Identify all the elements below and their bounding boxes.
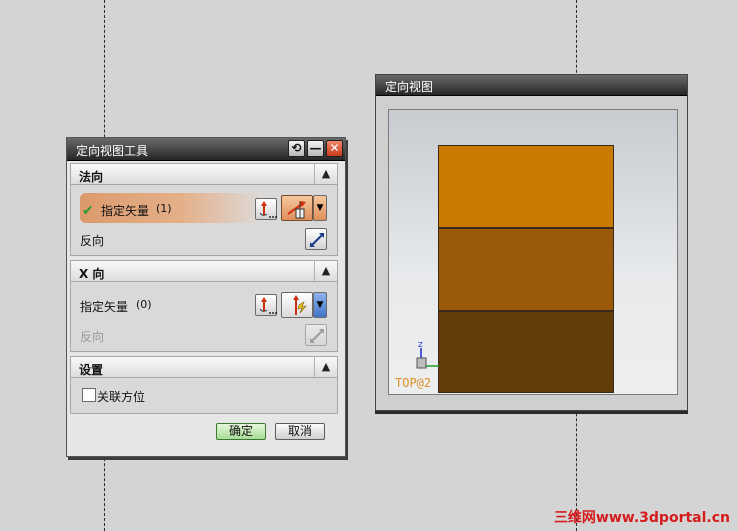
chevron-down-icon: ▼ [316,203,324,213]
coordinate-axes-icon: Z [416,341,439,369]
cancel-button[interactable]: 取消 [275,423,325,440]
inferred-vector-button[interactable] [281,292,313,318]
ok-button[interactable]: 确定 [216,423,266,440]
vector-dialog-button-x[interactable] [255,294,277,316]
vector-type-button[interactable] [281,195,313,221]
inferred-vector-dropdown[interactable]: ▼ [313,292,327,318]
collapse-up-icon[interactable]: ▲ [314,164,337,184]
section-header-x-direction[interactable]: X 向 ▲ [70,260,338,282]
reverse-label-x: 反向 [80,330,105,344]
view-window-titlebar[interactable]: 定向视图 [376,75,687,96]
vector-type-dropdown[interactable]: ▼ [313,195,327,221]
section-title-normal: 法向 [79,170,104,184]
model-block-top [438,145,614,228]
vector-dialog-icon [259,201,277,218]
chevron-down-icon: ▼ [316,300,324,310]
reverse-direction-icon [310,233,324,247]
checkmark-icon: ✔ [82,203,94,219]
close-button[interactable]: ✕ [326,140,343,157]
section-title-x-direction: X 向 [79,267,105,281]
collapse-up-icon[interactable]: ▲ [314,357,337,377]
inferred-vector-icon [293,295,307,315]
section-header-settings[interactable]: 设置 ▲ [70,356,338,378]
specify-vector-label: 指定矢量 [101,204,150,218]
vector-type-icon [287,201,306,219]
orient-view-window: 定向视图 Z TOP@2 [375,74,688,411]
reverse-direction-button-x-disabled [305,324,327,346]
reverse-label-normal: 反向 [80,234,105,248]
specify-vector-count-x: (0) [136,298,152,311]
reset-button[interactable]: ⟲ [288,140,305,157]
reverse-direction-icon [310,329,324,343]
view-canvas[interactable]: Z TOP@2 [388,109,678,395]
view-window-title: 定向视图 [385,80,434,94]
model-block-middle [438,228,614,311]
specify-vector-count: (1) [156,202,172,215]
section-title-settings: 设置 [79,363,104,377]
associative-label: 关联方位 [97,390,146,404]
dialog-titlebar[interactable]: 定向视图工具 ⟲ — ✕ [67,138,345,161]
vector-dialog-icon [259,297,277,314]
section-header-normal[interactable]: 法向 ▲ [70,163,338,185]
vector-dialog-button[interactable] [255,198,277,220]
associative-checkbox[interactable] [82,388,96,402]
specify-vector-label-x: 指定矢量 [80,300,129,314]
minimize-button[interactable]: — [307,140,324,157]
model-block-bottom [438,311,614,393]
collapse-up-icon[interactable]: ▲ [314,261,337,281]
reverse-direction-button[interactable] [305,228,327,250]
watermark-text: 三维网www.3dportal.cn [553,510,730,526]
axis-label-z: Z [418,341,423,349]
view-name-label: TOP@2 [395,376,432,390]
dialog-title: 定向视图工具 [76,144,149,158]
